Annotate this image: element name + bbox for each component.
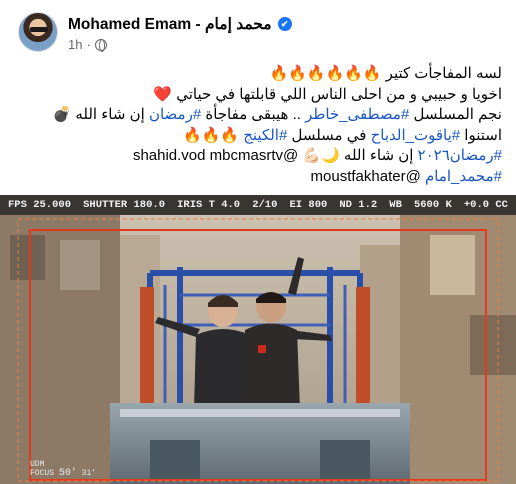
- photo-scene: [0, 195, 516, 484]
- fire-emoji: 🔥🔥🔥🔥🔥🔥: [269, 65, 382, 82]
- text-segment: نجم المسلسل: [409, 106, 502, 123]
- post-text-line: #محمد_امام @moustfakhater: [14, 167, 502, 188]
- bomb-emoji: 💣: [52, 106, 72, 123]
- text-segment: .. هيبقى مفاجأة: [201, 106, 306, 123]
- text-segment: إن شاء الله 🌙💪🏻 @shahid.vod mbcmasrtv: [132, 147, 418, 164]
- hud-readout: 2/10: [252, 199, 278, 211]
- hashtag-link[interactable]: #ياقوت_الدباح: [371, 127, 461, 144]
- focus-label: FOCUS: [30, 469, 55, 478]
- author-avatar[interactable]: [18, 12, 58, 52]
- post-header: Mohamed Emam - محمد إمام ✔ 1h ·: [0, 0, 516, 60]
- post-text-line: لسه المفاجأت كتير 🔥🔥🔥🔥🔥🔥: [14, 64, 502, 85]
- camera-hud-bottom: UDM FOCUS 50' 31': [30, 460, 97, 479]
- text-segment: @moustfakhater: [310, 167, 425, 185]
- hud-readout: +0.0 CC: [463, 199, 508, 211]
- text-segment: اخويا و حبيبي و من احلى الناس اللي قابلت…: [172, 85, 502, 103]
- post-text-line: نجم المسلسل #مصطفى_خاطر .. هيبقى مفاجأة …: [14, 105, 502, 126]
- hashtag-link[interactable]: #رمضان: [149, 106, 201, 123]
- hud-readout: ND 1.2: [339, 199, 378, 211]
- post-time[interactable]: 1h: [68, 37, 82, 52]
- hud-readout: EI 800: [289, 199, 328, 211]
- camera-hud-bar: FPS 25.000 SHUTTER 180.0 IRIS T 4.0 2/10 EI …: [0, 195, 516, 215]
- author-name[interactable]: Mohamed Emam - محمد إمام: [68, 15, 272, 34]
- post-photo[interactable]: FPS 25.000 SHUTTER 180.0 IRIS T 4.0 2/10 EI …: [0, 195, 516, 484]
- post-text-line: #رمضان٢٠٢٦ إن شاء الله 🌙💪🏻 @shahid.vod m…: [14, 146, 502, 167]
- facebook-post: Mohamed Emam - محمد إمام ✔ 1h · لسه المف…: [0, 0, 516, 484]
- post-text: لسه المفاجأت كتير 🔥🔥🔥🔥🔥🔥 اخويا و حبيبي و …: [14, 64, 502, 187]
- author-line: Mohamed Emam - محمد إمام ✔: [68, 14, 292, 34]
- post-text-line: اخويا و حبيبي و من احلى الناس اللي قابلت…: [14, 85, 502, 106]
- verified-badge-icon: ✔: [277, 17, 292, 31]
- post-meta: 1h ·: [68, 37, 107, 52]
- meta-separator: ·: [86, 37, 91, 52]
- hud-readout: WB: [389, 199, 402, 211]
- heart-emoji: ❤️: [153, 85, 173, 103]
- hud-readout: FPS 25.000: [8, 199, 72, 211]
- hashtag-link[interactable]: #مصطفى_خاطر: [305, 106, 409, 123]
- text-segment: إن شاء الله: [71, 106, 149, 123]
- hud-readout: SHUTTER 180.0: [83, 199, 166, 211]
- text-segment: استنوا: [460, 126, 502, 144]
- hashtag-link[interactable]: #رمضان٢٠٢٦: [418, 147, 502, 164]
- focus-value: 50': [58, 468, 77, 479]
- text-segment: لسه المفاجأت كتير: [381, 65, 502, 82]
- fire-emoji: 🔥🔥🔥: [182, 126, 240, 144]
- hud-readout: IRIS T 4.0: [177, 199, 241, 211]
- globe-icon[interactable]: [94, 38, 107, 52]
- post-text-line: استنوا #ياقوت_الدباح في مسلسل #الكينج 🔥🔥…: [14, 126, 502, 147]
- hud-readout: 5600 K: [413, 199, 452, 211]
- hashtag-link[interactable]: #محمد_امام: [425, 168, 502, 185]
- focus-small-value: 31': [81, 469, 97, 478]
- hashtag-link[interactable]: #الكينج: [243, 127, 287, 144]
- text-segment: في مسلسل: [287, 126, 371, 144]
